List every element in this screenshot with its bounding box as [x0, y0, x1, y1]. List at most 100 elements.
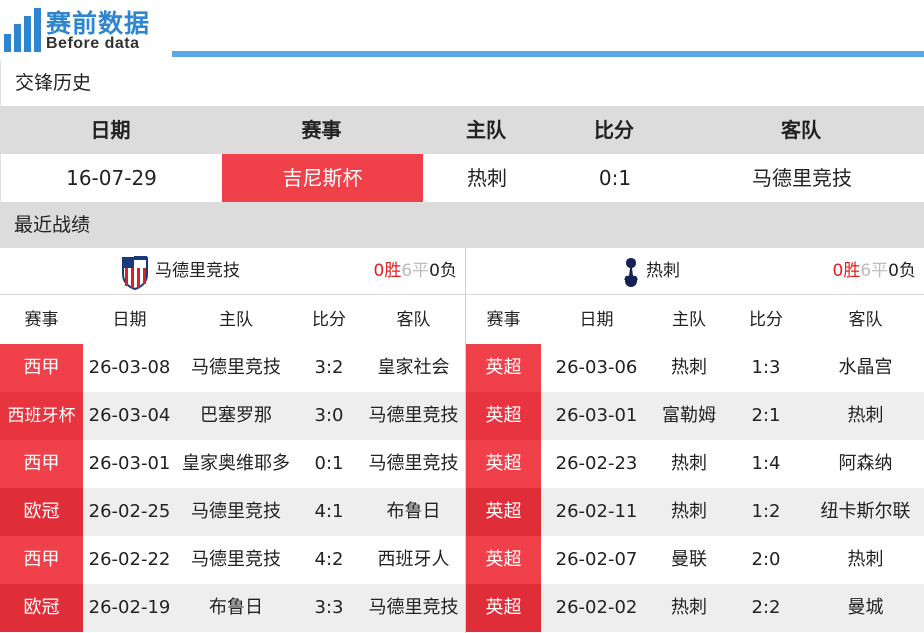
home-team[interactable]: 布鲁日: [176, 584, 296, 632]
match-row[interactable]: 西班牙杯 26-03-04 巴塞罗那 3:0 马德里竞技: [0, 392, 465, 440]
col-away: 客队: [396, 310, 431, 330]
h2h-table-row[interactable]: 16-07-29 吉尼斯杯 热刺 0:1 马德里竞技: [0, 154, 924, 202]
match-score: 3:0: [314, 405, 344, 426]
competition-badge[interactable]: 英超: [466, 488, 541, 536]
match-row[interactable]: 西甲 26-03-08 马德里竞技 3:2 皇家社会: [0, 344, 465, 392]
competition-badge[interactable]: 西甲: [0, 344, 83, 392]
match-score: 3:3: [314, 597, 344, 618]
match-score: 3:2: [314, 357, 344, 378]
away-team[interactable]: 布鲁日: [362, 488, 465, 536]
match-date: 26-03-08: [88, 357, 171, 378]
away-team[interactable]: 马德里竞技: [362, 440, 465, 488]
match-row[interactable]: 英超 26-02-11 热刺 1:2 纽卡斯尔联: [466, 488, 924, 536]
away-team[interactable]: 纽卡斯尔联: [806, 488, 924, 536]
match-date: 26-03-01: [88, 453, 171, 474]
competition-badge[interactable]: 西班牙杯: [0, 392, 83, 440]
away-team[interactable]: 水晶宫: [806, 344, 924, 392]
match-row[interactable]: 英超 26-03-01 富勒姆 2:1 热刺: [466, 392, 924, 440]
match-score: 1:3: [751, 357, 781, 378]
home-team[interactable]: 皇家奥维耶多: [176, 440, 296, 488]
home-team[interactable]: 热刺: [652, 440, 726, 488]
match-date: 26-02-19: [88, 597, 171, 618]
away-team[interactable]: 热刺: [806, 536, 924, 584]
away-team[interactable]: 热刺: [806, 392, 924, 440]
away-team[interactable]: 阿森纳: [806, 440, 924, 488]
record-summary-left: 0胜6平0负: [373, 261, 457, 281]
match-row[interactable]: 欧冠 26-02-19 布鲁日 3:3 马德里竞技: [0, 584, 465, 632]
competition-badge[interactable]: 英超: [466, 440, 541, 488]
competition-badge[interactable]: 英超: [466, 344, 541, 392]
match-date: 26-03-04: [88, 405, 171, 426]
competition-badge[interactable]: 英超: [466, 392, 541, 440]
home-team[interactable]: 曼联: [652, 536, 726, 584]
col-home: 主队: [672, 310, 706, 330]
away-team[interactable]: 马德里竞技: [362, 392, 465, 440]
h2h-section-title: 交锋历史: [0, 60, 924, 106]
match-row[interactable]: 西甲 26-02-22 马德里竞技 4:2 西班牙人: [0, 536, 465, 584]
team-name-right[interactable]: 热刺: [646, 248, 680, 295]
home-team[interactable]: 热刺: [652, 584, 726, 632]
competition-badge[interactable]: 英超: [466, 584, 541, 632]
match-date: 26-03-06: [555, 357, 638, 378]
match-score: 1:4: [751, 453, 781, 474]
match-row[interactable]: 英超 26-02-07 曼联 2:0 热刺: [466, 536, 924, 584]
match-date: 26-02-25: [88, 501, 171, 522]
team-panel-left: 马德里竞技 0胜6平0负 赛事 日期 主队 比分 客队 西甲 26-03-08 马德…: [0, 248, 465, 633]
match-date: 26-03-01: [555, 405, 638, 426]
col-home: 主队: [219, 310, 253, 330]
h2h-away-team[interactable]: 马德里竞技: [679, 154, 924, 202]
recent-table-header-right: 赛事 日期 主队 比分 客队: [466, 296, 924, 344]
logo-subtitle: Before data: [46, 35, 140, 52]
match-row[interactable]: 英超 26-03-06 热刺 1:3 水晶宫: [466, 344, 924, 392]
competition-badge[interactable]: 西甲: [0, 440, 83, 488]
competition-badge[interactable]: 欧冠: [0, 584, 83, 632]
col-date: 日期: [579, 310, 614, 330]
header-divider: [172, 51, 924, 57]
h2h-col-date: 日期: [90, 118, 131, 142]
match-score: 2:0: [751, 549, 781, 570]
team-header-left: 马德里竞技 0胜6平0负: [0, 248, 465, 295]
away-team[interactable]: 西班牙人: [362, 536, 465, 584]
match-date: 26-02-23: [555, 453, 638, 474]
home-team[interactable]: 马德里竞技: [176, 536, 296, 584]
col-score: 比分: [749, 310, 783, 330]
home-team[interactable]: 热刺: [652, 344, 726, 392]
match-date: 26-02-02: [555, 597, 638, 618]
h2h-competition-badge[interactable]: 吉尼斯杯: [222, 154, 423, 202]
home-team[interactable]: 热刺: [652, 488, 726, 536]
col-away: 客队: [848, 310, 883, 330]
col-competition: 赛事: [486, 310, 521, 330]
away-team[interactable]: 皇家社会: [362, 344, 465, 392]
match-score: 2:2: [751, 597, 781, 618]
team-panel-right: 热刺 0胜6平0负 赛事 日期 主队 比分 客队 英超 26-03-06 热刺 1:3…: [465, 248, 924, 633]
h2h-col-score: 比分: [594, 118, 634, 142]
away-team[interactable]: 马德里竞技: [362, 584, 465, 632]
home-team[interactable]: 马德里竞技: [176, 344, 296, 392]
col-score: 比分: [312, 310, 346, 330]
h2h-col-home: 主队: [466, 118, 506, 142]
team-name-left[interactable]: 马德里竞技: [155, 248, 240, 295]
match-row[interactable]: 欧冠 26-02-25 马德里竞技 4:1 布鲁日: [0, 488, 465, 536]
match-date: 26-02-07: [555, 549, 638, 570]
away-team[interactable]: 曼城: [806, 584, 924, 632]
match-date: 26-02-22: [88, 549, 171, 570]
home-team[interactable]: 巴塞罗那: [176, 392, 296, 440]
home-team[interactable]: 马德里竞技: [176, 488, 296, 536]
competition-badge[interactable]: 西甲: [0, 536, 83, 584]
match-date: 26-02-11: [555, 501, 638, 522]
recent-table-header-left: 赛事 日期 主队 比分 客队: [0, 296, 465, 344]
bar-chart-logo-icon: [4, 8, 44, 52]
match-score: 4:1: [314, 501, 344, 522]
match-score: 4:2: [314, 549, 344, 570]
h2h-home-team[interactable]: 热刺: [423, 154, 551, 202]
home-team[interactable]: 富勒姆: [652, 392, 726, 440]
recent-section-title: 最近战绩: [0, 202, 924, 248]
h2h-col-competition: 赛事: [301, 118, 342, 142]
competition-badge[interactable]: 英超: [466, 536, 541, 584]
match-row[interactable]: 英超 26-02-02 热刺 2:2 曼城: [466, 584, 924, 632]
competition-badge[interactable]: 欧冠: [0, 488, 83, 536]
match-row[interactable]: 西甲 26-03-01 皇家奥维耶多 0:1 马德里竞技: [0, 440, 465, 488]
recent-rows-left: 西甲 26-03-08 马德里竞技 3:2 皇家社会 西班牙杯 26-03-04 巴塞罗那 3:…: [0, 344, 465, 632]
match-score: 0:1: [314, 453, 344, 474]
match-row[interactable]: 英超 26-02-23 热刺 1:4 阿森纳: [466, 440, 924, 488]
